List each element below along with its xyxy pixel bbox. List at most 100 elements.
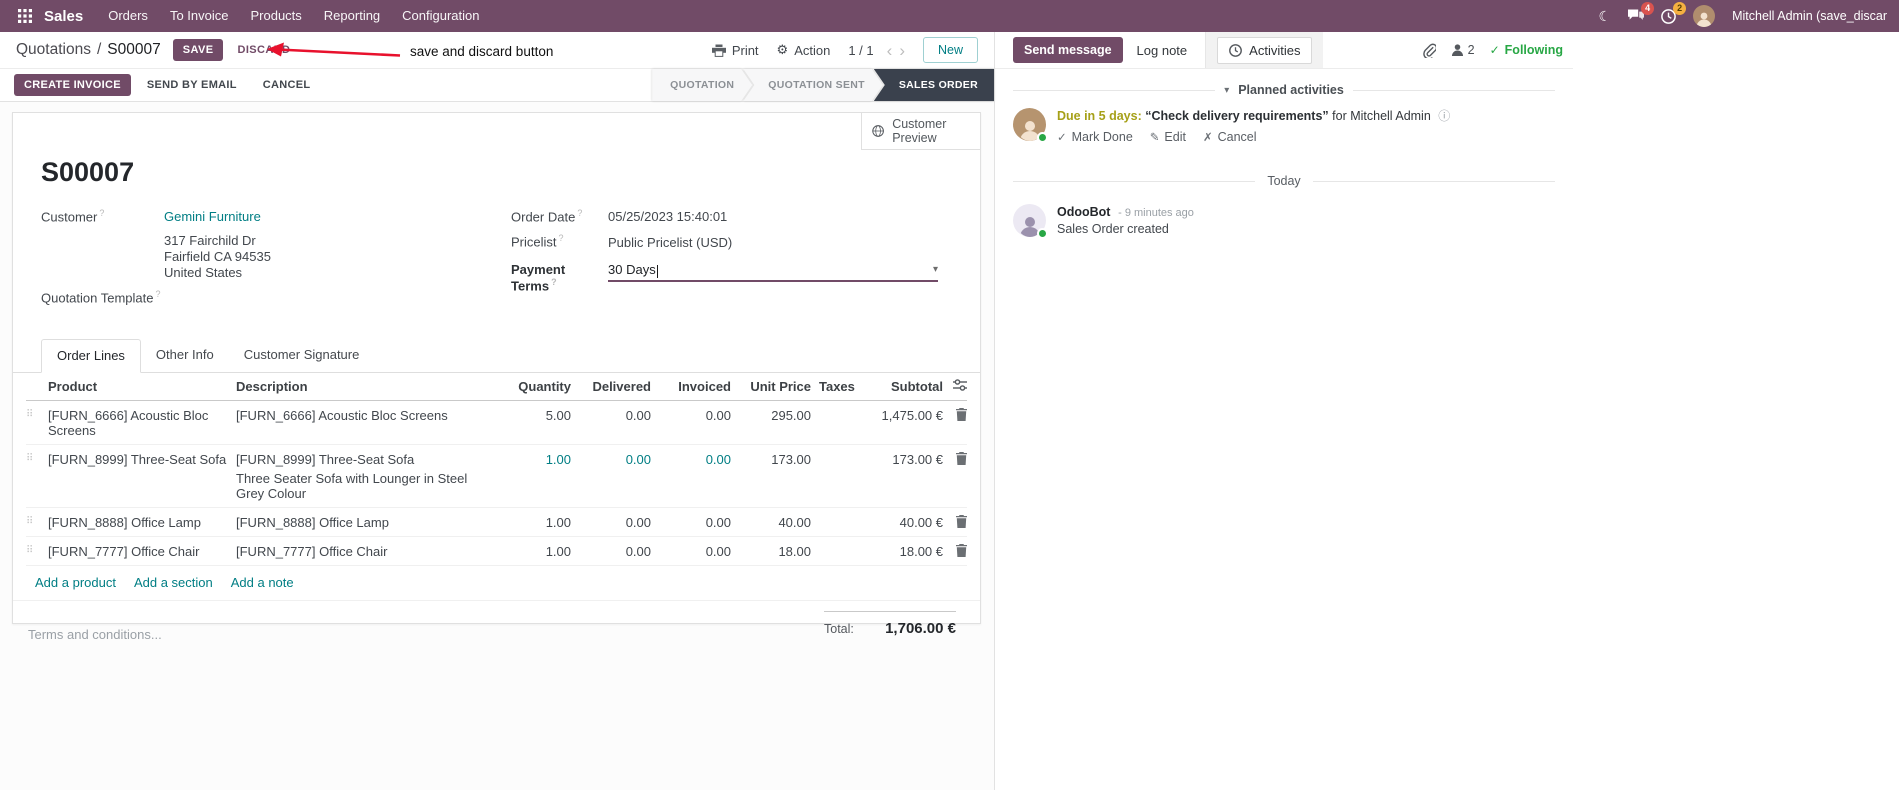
- pager-value: 1 / 1: [848, 42, 874, 58]
- log-note-button[interactable]: Log note: [1137, 43, 1188, 58]
- pricelist-field[interactable]: Public Pricelist (USD): [608, 235, 732, 250]
- cell-quantity[interactable]: 1.00: [491, 452, 571, 467]
- table-row[interactable]: ⠿ [FURN_7777] Office Chair [FURN_7777] O…: [26, 537, 967, 566]
- header-invoiced[interactable]: Invoiced: [651, 379, 731, 394]
- terms-and-conditions-input[interactable]: Terms and conditions...: [28, 611, 162, 642]
- drag-handle-icon[interactable]: ⠿: [26, 515, 48, 528]
- attachment-paperclip-icon[interactable]: [1422, 43, 1436, 58]
- cell-quantity[interactable]: 1.00: [491, 515, 571, 530]
- new-button[interactable]: New: [922, 37, 978, 63]
- pager-next-icon[interactable]: ›: [899, 42, 905, 59]
- cell-unit-price[interactable]: 173.00: [731, 452, 811, 467]
- cell-delivered[interactable]: 0.00: [571, 452, 651, 467]
- dropdown-caret-icon[interactable]: ▾: [933, 264, 938, 275]
- app-brand[interactable]: Sales: [44, 8, 83, 25]
- add-a-note-link[interactable]: Add a note: [231, 575, 294, 590]
- tab-other-info[interactable]: Other Info: [141, 339, 229, 373]
- optional-columns-button[interactable]: [943, 378, 967, 391]
- activity-avatar[interactable]: [1013, 108, 1048, 143]
- print-button[interactable]: Print: [711, 43, 759, 58]
- cell-description[interactable]: [FURN_8999] Three-Seat Sofa Three Seater…: [236, 452, 491, 501]
- cell-invoiced[interactable]: 0.00: [651, 452, 731, 467]
- cell-quantity[interactable]: 1.00: [491, 544, 571, 559]
- user-name[interactable]: Mitchell Admin (save_discar: [1732, 9, 1887, 23]
- message-author[interactable]: OdooBot: [1057, 205, 1110, 219]
- cell-product[interactable]: [FURN_8888] Office Lamp: [48, 515, 236, 530]
- followers-button[interactable]: 2: [1451, 43, 1475, 57]
- menu-products[interactable]: Products: [239, 0, 312, 32]
- state-quotation[interactable]: QUOTATION: [652, 69, 752, 101]
- cell-unit-price[interactable]: 40.00: [731, 515, 811, 530]
- customer-preview-button[interactable]: Customer Preview: [861, 113, 980, 150]
- menu-reporting[interactable]: Reporting: [313, 0, 391, 32]
- cell-unit-price[interactable]: 18.00: [731, 544, 811, 559]
- following-button[interactable]: ✓ Following: [1490, 43, 1563, 57]
- table-row[interactable]: ⠿ [FURN_8999] Three-Seat Sofa [FURN_8999…: [26, 445, 967, 508]
- moon-icon[interactable]: ☾: [1599, 9, 1612, 23]
- collapse-caret-icon[interactable]: ▾: [1224, 85, 1229, 96]
- add-a-product-link[interactable]: Add a product: [35, 575, 116, 590]
- delete-row-button[interactable]: [943, 543, 967, 557]
- menu-to-invoice[interactable]: To Invoice: [159, 0, 240, 32]
- cell-product[interactable]: [FURN_8999] Three-Seat Sofa: [48, 452, 236, 467]
- cell-invoiced[interactable]: 0.00: [651, 544, 731, 559]
- table-row[interactable]: ⠿ [FURN_6666] Acoustic Bloc Screens [FUR…: [26, 401, 967, 445]
- save-button[interactable]: SAVE: [172, 39, 224, 61]
- action-button[interactable]: ⚙ Action: [777, 42, 831, 58]
- state-sales-order[interactable]: SALES ORDER: [873, 69, 994, 101]
- send-by-email-button[interactable]: SEND BY EMAIL: [137, 74, 247, 96]
- cell-unit-price[interactable]: 295.00: [731, 408, 811, 423]
- mark-done-button[interactable]: ✓ Mark Done: [1057, 130, 1133, 144]
- delete-row-button[interactable]: [943, 451, 967, 465]
- cell-delivered[interactable]: 0.00: [571, 544, 651, 559]
- add-a-section-link[interactable]: Add a section: [134, 575, 213, 590]
- header-description[interactable]: Description: [236, 379, 491, 394]
- info-icon[interactable]: ⓘ: [1438, 109, 1450, 123]
- drag-handle-icon[interactable]: ⠿: [26, 452, 48, 465]
- messages-icon[interactable]: 4: [1628, 2, 1655, 23]
- header-product[interactable]: Product: [48, 379, 236, 394]
- discard-button[interactable]: DISCARD: [229, 39, 298, 61]
- cell-invoiced[interactable]: 0.00: [651, 408, 731, 423]
- drag-handle-icon[interactable]: ⠿: [26, 544, 48, 557]
- cell-quantity[interactable]: 5.00: [491, 408, 571, 423]
- apps-grid-icon[interactable]: [10, 9, 40, 23]
- header-delivered[interactable]: Delivered: [571, 379, 651, 394]
- activities-button[interactable]: Activities: [1217, 36, 1313, 64]
- odoobot-avatar[interactable]: [1013, 204, 1048, 239]
- order-date-field[interactable]: 05/25/2023 15:40:01: [608, 209, 727, 224]
- cell-delivered[interactable]: 0.00: [571, 515, 651, 530]
- activity-clock-icon[interactable]: 2: [1661, 1, 1687, 24]
- cell-product[interactable]: [FURN_7777] Office Chair: [48, 544, 236, 559]
- send-message-button[interactable]: Send message: [1013, 37, 1123, 63]
- menu-orders[interactable]: Orders: [97, 0, 159, 32]
- user-avatar[interactable]: [1693, 5, 1716, 27]
- table-row[interactable]: ⠿ [FURN_8888] Office Lamp [FURN_8888] Of…: [26, 508, 967, 537]
- cell-invoiced[interactable]: 0.00: [651, 515, 731, 530]
- cancel-button[interactable]: CANCEL: [253, 74, 321, 96]
- tab-customer-signature[interactable]: Customer Signature: [229, 339, 375, 373]
- header-unit-price[interactable]: Unit Price: [731, 379, 811, 394]
- customer-link[interactable]: Gemini Furniture: [164, 209, 261, 224]
- cell-delivered[interactable]: 0.00: [571, 408, 651, 423]
- header-taxes[interactable]: Taxes: [811, 379, 861, 394]
- cell-description[interactable]: [FURN_6666] Acoustic Bloc Screens: [236, 408, 491, 423]
- gear-icon: ⚙: [776, 42, 789, 57]
- delete-row-button[interactable]: [943, 514, 967, 528]
- tab-order-lines[interactable]: Order Lines: [41, 338, 141, 373]
- cell-description[interactable]: [FURN_8888] Office Lamp: [236, 515, 491, 530]
- breadcrumb-quotations[interactable]: Quotations: [16, 41, 91, 59]
- menu-configuration[interactable]: Configuration: [391, 0, 490, 32]
- header-subtotal[interactable]: Subtotal: [861, 379, 943, 394]
- edit-activity-button[interactable]: ✎ Edit: [1150, 130, 1186, 144]
- payment-terms-input[interactable]: 30 Days ▾: [608, 262, 938, 282]
- delete-row-button[interactable]: [943, 407, 967, 421]
- cell-product[interactable]: [FURN_6666] Acoustic Bloc Screens: [48, 408, 236, 438]
- state-quotation-sent[interactable]: QUOTATION SENT: [743, 69, 883, 101]
- create-invoice-button[interactable]: CREATE INVOICE: [14, 74, 131, 96]
- drag-handle-icon[interactable]: ⠿: [26, 408, 48, 421]
- cancel-activity-button[interactable]: ✗ Cancel: [1203, 130, 1257, 144]
- header-quantity[interactable]: Quantity: [491, 379, 571, 394]
- pager-previous-icon[interactable]: ‹: [887, 42, 893, 59]
- cell-description[interactable]: [FURN_7777] Office Chair: [236, 544, 491, 559]
